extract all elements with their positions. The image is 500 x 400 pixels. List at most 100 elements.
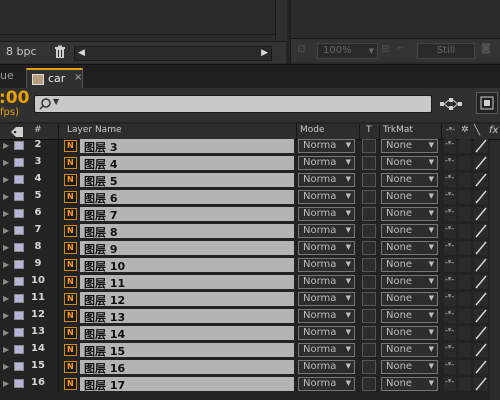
quality-switch[interactable] (474, 326, 488, 340)
label-color-swatch[interactable] (14, 260, 24, 269)
track-matte-dropdown[interactable]: None ▼ (381, 292, 438, 306)
quality-switch[interactable] (474, 377, 488, 391)
quality-switch[interactable] (474, 343, 488, 357)
blend-mode-dropdown[interactable]: Norma ▼ (298, 156, 355, 170)
expand-triangle-icon[interactable]: ▶ (3, 379, 9, 388)
shy-switch[interactable]: -ᵠ- (444, 156, 456, 170)
column-trkmat[interactable]: TrkMat (383, 125, 413, 135)
preserve-transparency-checkbox[interactable] (362, 292, 376, 306)
table-row[interactable]: ▶ 12 N 图层 13 Norma ▼ None ▼ -ᵠ- (0, 308, 500, 324)
blend-mode-dropdown[interactable]: Norma ▼ (298, 377, 355, 391)
layer-name[interactable]: 图层 6 (84, 190, 117, 206)
column-number[interactable]: # (34, 125, 42, 135)
collapse-switch[interactable] (459, 360, 471, 374)
table-row[interactable]: ▶ 7 N 图层 8 Norma ▼ None ▼ -ᵠ- (0, 223, 500, 239)
expand-triangle-icon[interactable]: ▶ (3, 192, 9, 201)
expand-triangle-icon[interactable]: ▶ (3, 175, 9, 184)
expand-triangle-icon[interactable]: ▶ (3, 141, 9, 150)
expand-triangle-icon[interactable]: ▶ (3, 345, 9, 354)
expand-triangle-icon[interactable]: ▶ (3, 277, 9, 286)
label-color-swatch[interactable] (14, 175, 24, 184)
label-color-swatch[interactable] (14, 294, 24, 303)
layer-name[interactable]: 图层 16 (84, 360, 125, 376)
layer-name[interactable]: 图层 15 (84, 343, 125, 359)
blend-mode-dropdown[interactable]: Norma ▼ (298, 241, 355, 255)
collapse-switch[interactable] (459, 275, 471, 289)
shy-switch[interactable]: -ᵠ- (444, 377, 456, 391)
table-row[interactable]: ▶ 14 N 图层 15 Norma ▼ None ▼ -ᵠ- (0, 342, 500, 358)
label-color-swatch[interactable] (14, 311, 24, 320)
quality-switch[interactable] (474, 173, 488, 187)
track-matte-dropdown[interactable]: None ▼ (381, 173, 438, 187)
collapse-switch[interactable] (459, 343, 471, 357)
blend-mode-dropdown[interactable]: Norma ▼ (298, 207, 355, 221)
scroll-right-icon[interactable]: ▶ (261, 47, 268, 60)
blend-mode-dropdown[interactable]: Norma ▼ (298, 360, 355, 374)
layer-name[interactable]: 图层 17 (84, 377, 125, 393)
shy-switch[interactable]: -ᵠ- (444, 190, 456, 204)
shy-switch-icon[interactable]: -ᵠ- (446, 125, 455, 134)
track-matte-dropdown[interactable]: None ▼ (381, 275, 438, 289)
layer-name[interactable]: 图层 12 (84, 292, 125, 308)
collapse-switch[interactable] (459, 190, 471, 204)
column-mode[interactable]: Mode (300, 125, 325, 135)
preserve-transparency-checkbox[interactable] (362, 207, 376, 221)
preserve-transparency-checkbox[interactable] (362, 377, 376, 391)
expand-triangle-icon[interactable]: ▶ (3, 260, 9, 269)
table-row[interactable]: ▶ 3 N 图层 4 Norma ▼ None ▼ -ᵠ- (0, 155, 500, 171)
preserve-transparency-checkbox[interactable] (362, 360, 376, 374)
label-color-swatch[interactable] (14, 226, 24, 235)
composition-flowchart-icon[interactable] (440, 98, 462, 110)
preserve-transparency-checkbox[interactable] (362, 190, 376, 204)
always-preview-icon[interactable]: ⊡ (297, 44, 305, 55)
shy-switch[interactable]: -ᵠ- (444, 173, 456, 187)
table-row[interactable]: ▶ 8 N 图层 9 Norma ▼ None ▼ -ᵠ- (0, 240, 500, 256)
layer-name[interactable]: 图层 9 (84, 241, 117, 257)
blend-mode-dropdown[interactable]: Norma ▼ (298, 139, 355, 153)
shy-switch[interactable]: -ᵠ- (444, 139, 456, 153)
quality-switch[interactable] (474, 224, 488, 238)
layer-name[interactable]: 图层 11 (84, 275, 125, 291)
blend-mode-dropdown[interactable]: Norma ▼ (298, 326, 355, 340)
label-tag-icon[interactable] (10, 126, 24, 138)
preserve-transparency-checkbox[interactable] (362, 309, 376, 323)
collapse-switch[interactable] (459, 139, 471, 153)
tab-car[interactable]: car × (26, 68, 83, 88)
label-color-swatch[interactable] (14, 192, 24, 201)
preserve-transparency-checkbox[interactable] (362, 326, 376, 340)
quality-switch[interactable] (474, 258, 488, 272)
track-matte-dropdown[interactable]: None ▼ (381, 190, 438, 204)
column-t[interactable]: T (366, 125, 372, 135)
table-row[interactable]: ▶ 15 N 图层 16 Norma ▼ None ▼ -ᵠ- (0, 359, 500, 375)
expand-triangle-icon[interactable]: ▶ (3, 243, 9, 252)
table-row[interactable]: ▶ 10 N 图层 11 Norma ▼ None ▼ -ᵠ- (0, 274, 500, 290)
shy-switch[interactable]: -ᵠ- (444, 207, 456, 221)
shy-switch[interactable]: -ᵠ- (444, 224, 456, 238)
blend-mode-dropdown[interactable]: Norma ▼ (298, 258, 355, 272)
collapse-switch[interactable] (459, 156, 471, 170)
effect-fx-icon[interactable]: fx (489, 125, 498, 136)
label-color-swatch[interactable] (14, 379, 24, 388)
zoom-dropdown[interactable]: 100% ▼ (317, 43, 378, 59)
track-matte-dropdown[interactable]: None ▼ (381, 343, 438, 357)
bracket-icon[interactable]: ⌐ (397, 43, 405, 54)
track-matte-dropdown[interactable]: None ▼ (381, 309, 438, 323)
expand-triangle-icon[interactable]: ▶ (3, 294, 9, 303)
quality-switch[interactable] (474, 360, 488, 374)
blend-mode-dropdown[interactable]: Norma ▼ (298, 309, 355, 323)
track-matte-dropdown[interactable]: None ▼ (381, 156, 438, 170)
shy-switch[interactable]: -ᵠ- (444, 292, 456, 306)
preserve-transparency-checkbox[interactable] (362, 173, 376, 187)
camera-icon[interactable]: ◙ (481, 43, 491, 54)
table-row[interactable]: ▶ 16 N 图层 17 Norma ▼ None ▼ -ᵠ- (0, 376, 500, 392)
layer-name[interactable]: 图层 4 (84, 156, 117, 172)
timeline-vertical-scrollbar[interactable] (490, 140, 500, 400)
quality-switch[interactable] (474, 156, 488, 170)
quality-switch-icon[interactable]: ╲ (474, 125, 480, 136)
shy-switch[interactable]: -ᵠ- (444, 275, 456, 289)
comp-mini-flowchart-button[interactable] (476, 92, 498, 114)
preserve-transparency-checkbox[interactable] (362, 224, 376, 238)
shy-switch[interactable]: -ᵠ- (444, 343, 456, 357)
label-color-swatch[interactable] (14, 243, 24, 252)
quality-switch[interactable] (474, 190, 488, 204)
